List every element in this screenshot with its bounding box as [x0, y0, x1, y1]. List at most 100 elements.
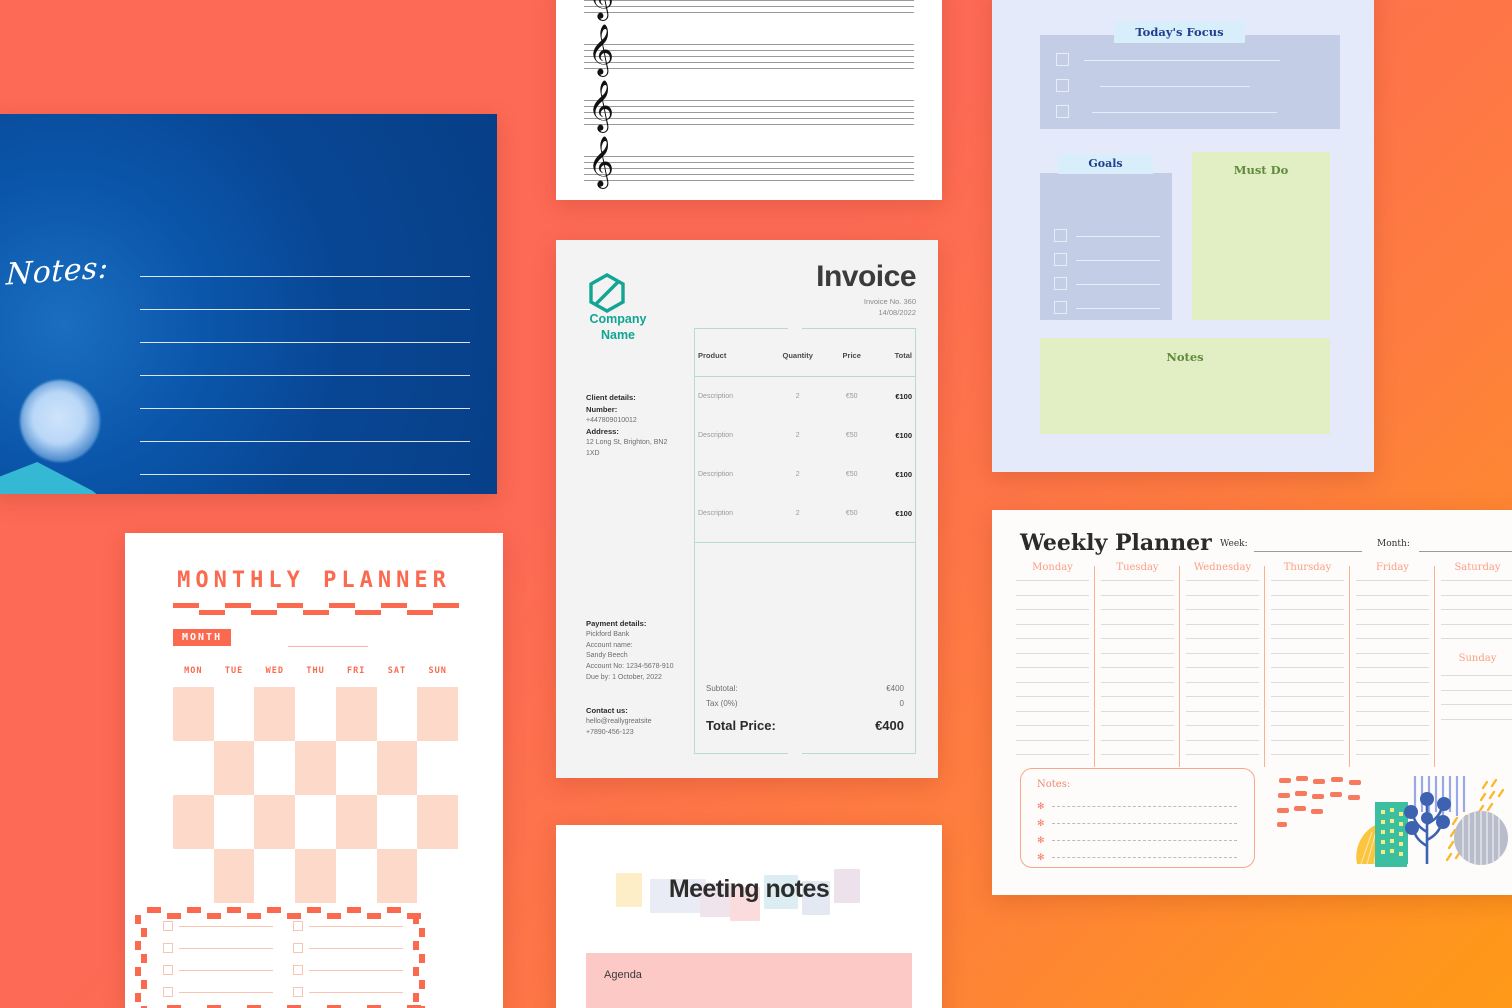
focus-line[interactable] — [1100, 86, 1250, 87]
goal-line[interactable] — [1076, 308, 1160, 309]
month-grid-cell[interactable] — [214, 795, 255, 849]
focus-line[interactable] — [1092, 112, 1277, 113]
month-grid-cell[interactable] — [173, 741, 214, 795]
planner-line[interactable] — [1186, 594, 1259, 596]
planner-line[interactable] — [1101, 609, 1174, 610]
notes-line[interactable] — [140, 342, 470, 343]
planner-line[interactable] — [1101, 725, 1174, 726]
checklist-row[interactable] — [293, 987, 403, 997]
goal-line[interactable] — [1076, 236, 1160, 237]
checklist-line[interactable] — [309, 947, 403, 949]
planner-line[interactable] — [1441, 609, 1512, 610]
planner-line[interactable] — [1101, 696, 1174, 697]
checklist-row[interactable] — [293, 943, 403, 953]
checklist-row[interactable] — [163, 921, 273, 931]
month-grid-cell[interactable] — [295, 849, 336, 903]
planner-line[interactable] — [1356, 652, 1429, 654]
planner-line[interactable] — [1186, 623, 1259, 625]
planner-line[interactable] — [1271, 739, 1344, 741]
checklist-line[interactable] — [179, 947, 273, 949]
notes-writing-lines[interactable] — [140, 276, 470, 494]
notes-row[interactable]: ✻ — [1037, 818, 1237, 829]
planner-line[interactable] — [1356, 710, 1429, 712]
planner-line[interactable] — [1441, 704, 1512, 705]
checklist-row[interactable] — [163, 987, 273, 997]
planner-line[interactable] — [1441, 689, 1512, 691]
month-grid-cell[interactable] — [173, 849, 214, 903]
checklist-line[interactable] — [179, 925, 273, 927]
checkbox-icon[interactable] — [1056, 105, 1069, 118]
planner-line[interactable] — [1186, 725, 1259, 726]
checkbox-icon[interactable] — [293, 987, 303, 997]
checklist-row[interactable] — [293, 965, 403, 975]
month-grid-cell[interactable] — [295, 687, 336, 741]
month-grid-cell[interactable] — [377, 687, 418, 741]
notes-line[interactable] — [140, 408, 470, 409]
planner-line[interactable] — [1271, 623, 1344, 625]
notes-dashed-line[interactable] — [1051, 823, 1237, 824]
planner-line[interactable] — [1101, 638, 1174, 639]
checklist-columns[interactable] — [163, 921, 403, 1008]
planner-line[interactable] — [1271, 696, 1344, 697]
planner-line[interactable] — [1016, 754, 1089, 755]
checkbox-icon[interactable] — [163, 987, 173, 997]
planner-line[interactable] — [1016, 638, 1089, 639]
month-grid-cell[interactable] — [417, 741, 458, 795]
planner-line[interactable] — [1356, 696, 1429, 697]
month-grid-cell[interactable] — [336, 849, 377, 903]
planner-line[interactable] — [1271, 725, 1344, 726]
planner-line[interactable] — [1186, 696, 1259, 697]
planner-line[interactable] — [1356, 594, 1429, 596]
planner-line[interactable] — [1271, 710, 1344, 712]
month-grid-cell[interactable] — [254, 741, 295, 795]
month-grid-cell[interactable] — [254, 849, 295, 903]
month-input-line[interactable] — [1419, 551, 1512, 552]
checklist-row[interactable] — [163, 943, 273, 953]
planner-line[interactable] — [1186, 580, 1259, 581]
checkbox-icon[interactable] — [293, 943, 303, 953]
planner-line[interactable] — [1356, 623, 1429, 625]
focus-line[interactable] — [1084, 60, 1280, 61]
planner-line[interactable] — [1441, 594, 1512, 596]
planner-line[interactable] — [1186, 681, 1259, 683]
planner-line[interactable] — [1271, 754, 1344, 755]
planner-line[interactable] — [1101, 652, 1174, 654]
planner-line[interactable] — [1186, 710, 1259, 712]
week-input-line[interactable] — [1254, 551, 1362, 552]
planner-line[interactable] — [1101, 710, 1174, 712]
notes-row[interactable]: ✻ — [1037, 835, 1237, 846]
planner-line[interactable] — [1356, 739, 1429, 741]
day-column[interactable]: Wednesday — [1180, 562, 1265, 767]
planner-line[interactable] — [1441, 718, 1512, 720]
planner-line[interactable] — [1356, 725, 1429, 726]
planner-line[interactable] — [1441, 675, 1512, 676]
month-grid-cell[interactable] — [213, 849, 255, 903]
checkbox-icon[interactable] — [163, 943, 173, 953]
checklist-line[interactable] — [309, 925, 403, 927]
goal-line[interactable] — [1076, 284, 1160, 285]
weekday-columns[interactable]: Monday Tuesday Wednesday Thursday Friday Satu… — [1010, 562, 1512, 767]
checklist-line[interactable] — [309, 969, 403, 971]
month-grid-cell[interactable] — [417, 795, 459, 849]
planner-line[interactable] — [1271, 681, 1344, 683]
planner-line[interactable] — [1101, 754, 1174, 755]
planner-line[interactable] — [1441, 638, 1512, 639]
day-column[interactable]: Saturday Sunday — [1435, 562, 1512, 767]
goal-line[interactable] — [1076, 260, 1160, 261]
planner-line[interactable] — [1101, 667, 1174, 668]
planner-line[interactable] — [1186, 754, 1259, 755]
month-grid-cell[interactable] — [214, 687, 255, 741]
checklist-row[interactable] — [163, 965, 273, 975]
month-input-line[interactable] — [288, 646, 368, 647]
month-grid-cell[interactable] — [336, 741, 377, 795]
planner-line[interactable] — [1186, 667, 1259, 668]
planner-line[interactable] — [1016, 652, 1089, 654]
checkbox-icon[interactable] — [1056, 79, 1069, 92]
notes-dashed-line[interactable] — [1051, 840, 1237, 841]
month-grid-cell[interactable] — [376, 849, 418, 903]
checkbox-icon[interactable] — [1054, 301, 1067, 314]
day-column[interactable]: Tuesday — [1095, 562, 1180, 767]
planner-line[interactable] — [1271, 580, 1344, 581]
planner-line[interactable] — [1101, 681, 1174, 683]
checkbox-icon[interactable] — [163, 965, 173, 975]
